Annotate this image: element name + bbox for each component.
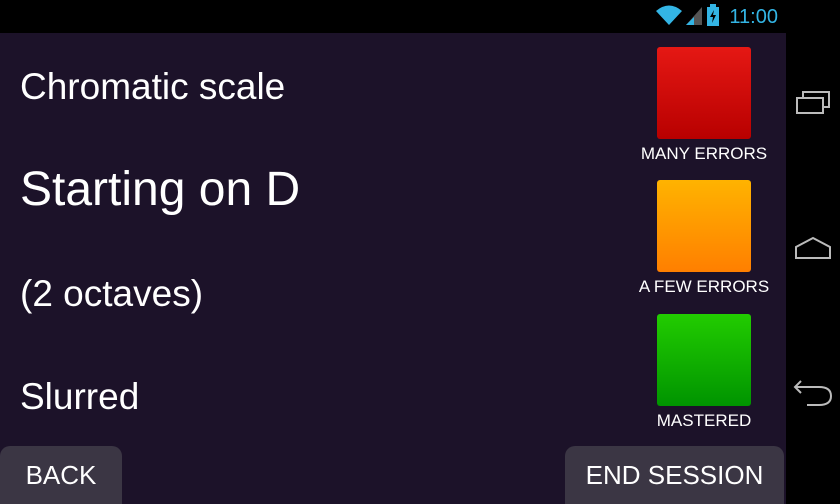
wifi-icon <box>656 4 683 31</box>
home-icon <box>793 235 833 266</box>
mastered-label: MASTERED <box>656 411 752 430</box>
few-errors-label: A FEW ERRORS <box>638 277 770 296</box>
many-errors-label: MANY ERRORS <box>640 144 768 163</box>
scale-name: Chromatic scale <box>20 66 286 107</box>
many-errors-rating[interactable]: MANY ERRORS <box>629 47 779 164</box>
screen: 11:00 Chromatic scale Starting on D (2 o… <box>0 0 840 504</box>
back-nav-button[interactable] <box>786 366 840 426</box>
navigation-bar <box>786 0 840 504</box>
status-time: 11:00 <box>729 5 778 28</box>
recent-apps-button[interactable] <box>786 75 840 135</box>
few-errors-rating[interactable]: A FEW ERRORS <box>629 180 779 297</box>
mastered-rating[interactable]: MASTERED <box>629 314 779 431</box>
articulation: Slurred <box>20 376 140 417</box>
home-button[interactable] <box>786 220 840 280</box>
back-icon <box>791 379 835 414</box>
mastered-button[interactable] <box>657 314 751 406</box>
signal-icon <box>685 4 703 31</box>
octave-count: (2 octaves) <box>20 273 204 314</box>
few-errors-button[interactable] <box>657 180 751 272</box>
practice-screen: Chromatic scale Starting on D (2 octaves… <box>0 33 786 504</box>
starting-note: Starting on D <box>20 163 301 216</box>
status-icons: 11:00 <box>656 3 778 31</box>
battery-charging-icon <box>706 3 720 31</box>
status-bar: 11:00 <box>0 0 786 33</box>
end-session-button[interactable]: END SESSION <box>565 446 784 504</box>
recent-apps-icon <box>793 90 833 121</box>
many-errors-button[interactable] <box>657 47 751 139</box>
back-button[interactable]: BACK <box>0 446 122 504</box>
